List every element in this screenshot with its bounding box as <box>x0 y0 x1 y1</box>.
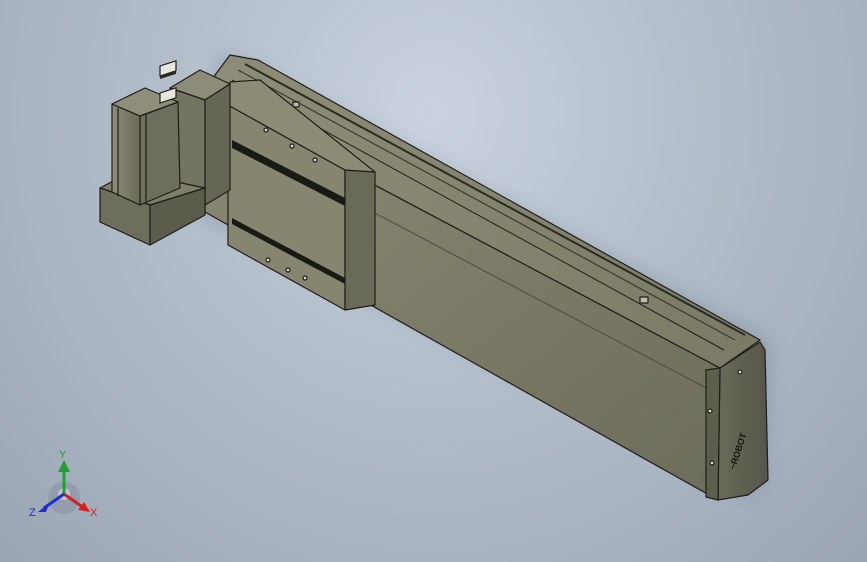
triad-x-label: X <box>90 507 98 519</box>
coupling-housing-front <box>204 83 231 206</box>
rail-end-cap-rim <box>705 367 721 501</box>
end-cap-bolt-2 <box>707 408 713 414</box>
cad-viewport[interactable]: ~ROBOT Y X Z <box>0 0 867 562</box>
end-cap-bolt-1 <box>737 369 743 375</box>
rail-top-tab-2 <box>639 296 649 304</box>
carriage-bolt <box>289 143 295 149</box>
carriage-bolt <box>263 127 269 133</box>
3d-model-view[interactable]: ~ROBOT Y X Z <box>0 0 867 562</box>
triad-y-arrow <box>58 460 70 472</box>
carriage-bolt <box>302 275 308 281</box>
triad-z-label: Z <box>29 507 36 519</box>
motor-body-left <box>111 103 141 206</box>
triad-y-label: Y <box>59 449 67 461</box>
end-cap-bolt-3 <box>709 460 715 466</box>
coordinate-triad[interactable]: Y X Z <box>29 449 98 519</box>
carriage-bolt <box>285 267 291 273</box>
triad-z-arrow <box>38 502 50 512</box>
carriage-bolt <box>312 157 318 163</box>
rail-top-tab-1 <box>292 101 300 108</box>
carriage-bolt <box>265 257 271 263</box>
rail-end-cap <box>717 341 769 501</box>
carriage-front <box>344 169 376 311</box>
